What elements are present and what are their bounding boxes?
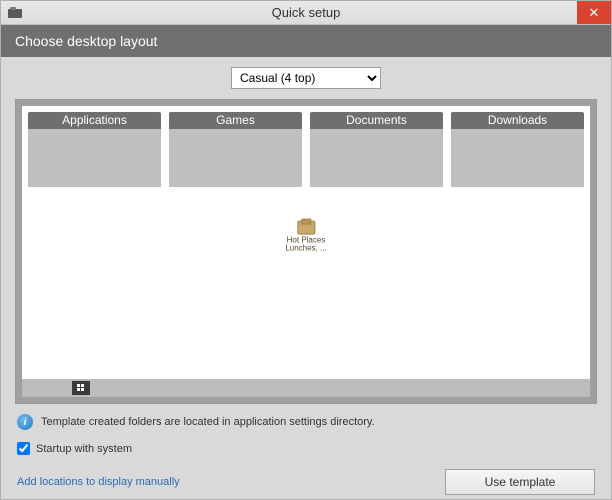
start-button-icon (72, 381, 90, 395)
folder-downloads: Downloads (451, 112, 584, 187)
folder-label: Downloads (451, 112, 584, 129)
desktop-center-icon: Hot Places Lunches, ... (285, 221, 326, 254)
layout-select[interactable]: Casual (4 top) (231, 67, 381, 89)
folder-row: Applications Games Documents Downloads (22, 106, 590, 187)
startup-checkbox[interactable] (17, 442, 30, 455)
info-icon: i (17, 414, 33, 430)
desktop-preview: Applications Games Documents Downloads (22, 106, 590, 379)
folder-games: Games (169, 112, 302, 187)
taskbar (22, 379, 590, 397)
folder-label: Games (169, 112, 302, 129)
layout-dropdown-row: Casual (4 top) (15, 67, 597, 89)
app-icon (7, 5, 23, 21)
desktop-icon-label-2: Lunches, ... (285, 245, 326, 253)
folder-body (28, 129, 161, 187)
window-title: Quick setup (1, 5, 611, 20)
info-text: Template created folders are located in … (41, 416, 375, 428)
folder-body (169, 129, 302, 187)
close-icon: ✕ (589, 5, 600, 21)
box-icon (297, 221, 315, 235)
add-locations-link[interactable]: Add locations to display manually (17, 476, 180, 488)
folder-body (451, 129, 584, 187)
folder-label: Applications (28, 112, 161, 129)
titlebar: Quick setup ✕ (1, 1, 611, 25)
folder-documents: Documents (310, 112, 443, 187)
startup-checkbox-row: Startup with system (15, 438, 597, 469)
startup-checkbox-label: Startup with system (36, 443, 132, 455)
preview-frame: Applications Games Documents Downloads (15, 99, 597, 404)
use-template-button[interactable]: Use template (445, 469, 595, 495)
subheader: Choose desktop layout (1, 25, 611, 57)
folder-applications: Applications (28, 112, 161, 187)
folder-body (310, 129, 443, 187)
content: Casual (4 top) Applications Games Docume… (1, 57, 611, 499)
info-row: i Template created folders are located i… (15, 404, 597, 438)
folder-label: Documents (310, 112, 443, 129)
close-button[interactable]: ✕ (577, 1, 611, 24)
bottom-row: Add locations to display manually Use te… (15, 469, 597, 495)
window: Quick setup ✕ Choose desktop layout Casu… (0, 0, 612, 500)
